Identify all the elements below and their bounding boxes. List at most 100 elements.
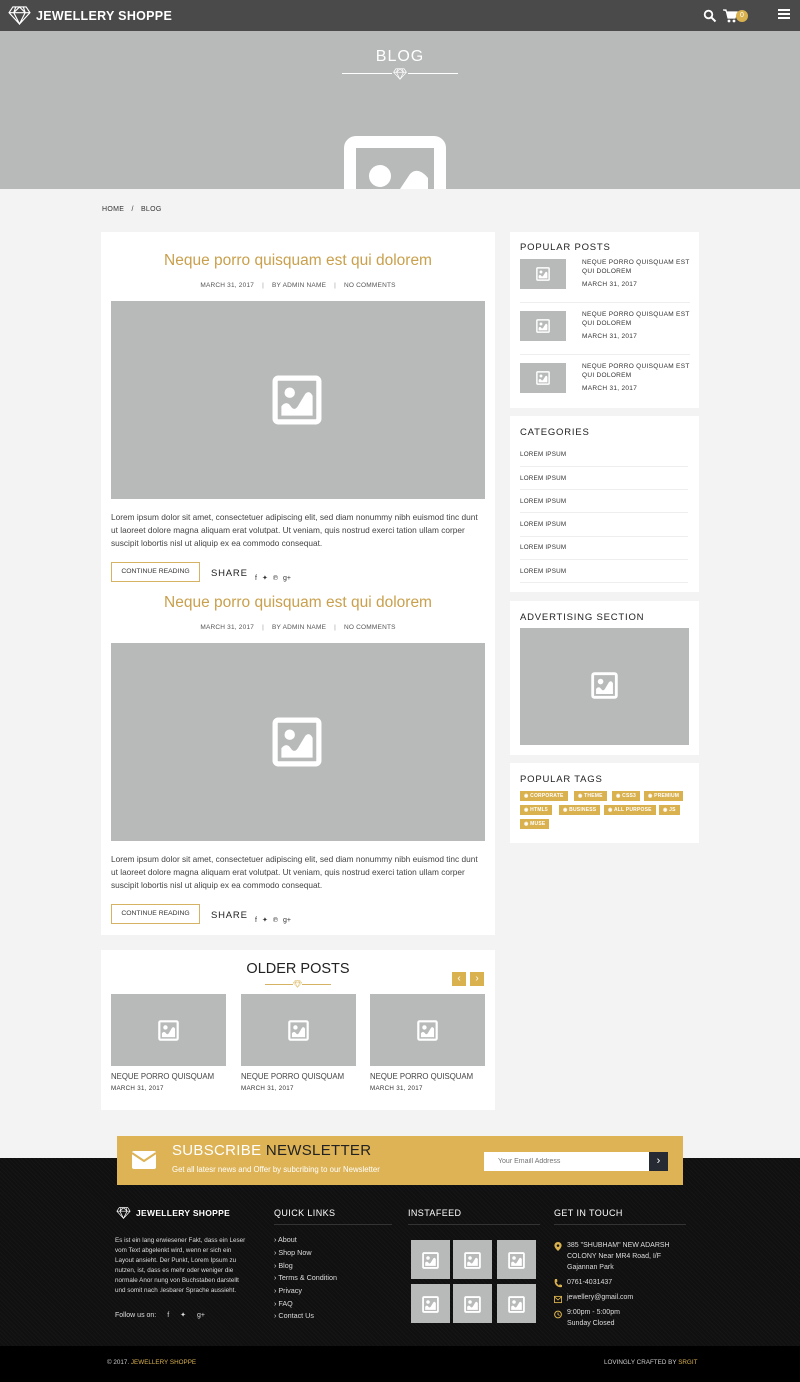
share-icons: f ✦ ℗ g+ xyxy=(255,567,296,585)
tag-all-purpose[interactable]: ◉ ALL PURPOSE xyxy=(604,805,656,815)
email-icon xyxy=(554,1295,562,1304)
pinterest-icon[interactable]: ℗ xyxy=(273,917,278,924)
footer-link-about[interactable]: › About xyxy=(274,1235,297,1244)
footer-link-shop[interactable]: › Shop Now xyxy=(274,1248,312,1257)
post-comments[interactable]: NO COMMENTS xyxy=(344,624,396,631)
image-placeholder-icon xyxy=(422,1252,439,1269)
twitter-icon[interactable]: ✦ xyxy=(262,574,268,582)
facebook-icon[interactable]: f xyxy=(255,917,257,924)
instafeed-image[interactable] xyxy=(453,1284,492,1323)
tag-muse[interactable]: ◉ MUSE xyxy=(520,819,550,829)
menu-icon[interactable] xyxy=(778,8,790,20)
category-item[interactable]: LOREM IPSUM xyxy=(520,451,566,458)
phone-number[interactable]: 0761-4031437 xyxy=(567,1277,612,1288)
tag-label: THEME xyxy=(584,793,603,799)
page-title: BLOG xyxy=(375,48,425,65)
popular-post-thumb[interactable] xyxy=(520,311,566,341)
instafeed-image[interactable] xyxy=(411,1240,450,1279)
popular-post-date: MARCH 31, 2017 xyxy=(582,333,638,340)
quick-links-title: QUICK LINKS xyxy=(274,1208,336,1218)
category-item[interactable]: LOREM IPSUM xyxy=(520,544,566,551)
credit-brand[interactable]: SRGIT xyxy=(678,1359,697,1366)
subscribe-button[interactable]: › xyxy=(649,1152,668,1171)
instafeed-image[interactable] xyxy=(497,1284,536,1323)
footer-link-contact[interactable]: › Contact Us xyxy=(274,1311,314,1320)
footer-brand[interactable]: JEWELLERY SHOPPE xyxy=(116,1207,230,1219)
footer-link-faq[interactable]: › FAQ xyxy=(274,1299,293,1308)
category-item[interactable]: LOREM IPSUM xyxy=(520,521,566,528)
popular-post-thumb[interactable] xyxy=(520,259,566,289)
tag-label: BUSINESS xyxy=(569,807,597,813)
footer-link-blog[interactable]: › Blog xyxy=(274,1261,293,1270)
pinterest-icon[interactable]: ℗ xyxy=(273,575,278,582)
tag-theme[interactable]: ◉ THEME xyxy=(574,791,607,801)
email-address[interactable]: jewellery@gmail.com xyxy=(567,1292,633,1303)
tag-business[interactable]: ◉ BUSINESS xyxy=(559,805,601,815)
image-placeholder-icon xyxy=(536,371,550,385)
copyright-brand[interactable]: JEWELLERY SHOPPE xyxy=(131,1359,196,1366)
carousel-next-button[interactable]: › xyxy=(470,972,484,986)
category-item[interactable]: LOREM IPSUM xyxy=(520,498,566,505)
footer-link-privacy[interactable]: › Privacy xyxy=(274,1286,302,1295)
continue-reading-button[interactable]: CONTINUE READING xyxy=(111,562,200,582)
phone-icon xyxy=(554,1279,562,1288)
twitter-icon[interactable]: ✦ xyxy=(262,916,268,924)
older-post-date: MARCH 31, 2017 xyxy=(111,1085,164,1092)
post-comments[interactable]: NO COMMENTS xyxy=(344,282,396,289)
post-author[interactable]: BY ADMIN NAME xyxy=(272,624,326,631)
image-placeholder-icon xyxy=(536,267,550,281)
tag-css3[interactable]: ◉ CSS3 xyxy=(612,791,641,801)
tag-html5[interactable]: ◉ HTML5 xyxy=(520,805,552,815)
post-image[interactable] xyxy=(111,301,485,499)
tag-js[interactable]: ◉ JS xyxy=(659,805,680,815)
location-pin-icon xyxy=(554,1242,562,1251)
older-post-title[interactable]: NEQUE PORRO QUISQUAM xyxy=(241,1072,344,1081)
category-item[interactable]: LOREM IPSUM xyxy=(520,475,566,482)
category-item[interactable]: LOREM IPSUM xyxy=(520,568,566,575)
image-placeholder-icon xyxy=(464,1252,481,1269)
search-icon[interactable] xyxy=(703,9,717,23)
cart-count-badge: 0 xyxy=(736,10,748,22)
share-label: SHARE xyxy=(211,910,248,921)
clock-icon xyxy=(554,1310,562,1319)
instafeed-image[interactable] xyxy=(497,1240,536,1279)
post-date: MARCH 31, 2017 xyxy=(200,282,255,289)
post-title[interactable]: Neque porro quisquam est qui dolorem xyxy=(101,252,495,270)
breadcrumb-home[interactable]: HOME xyxy=(102,206,124,213)
brand-logo[interactable]: JEWELLERY SHOPPE xyxy=(8,6,172,25)
share-label: SHARE xyxy=(211,568,248,579)
google-plus-icon[interactable]: g+ xyxy=(197,1312,205,1319)
carousel-prev-button[interactable]: ‹ xyxy=(452,972,466,986)
hero-image-placeholder-icon xyxy=(344,136,446,189)
twitter-icon[interactable]: ✦ xyxy=(180,1312,186,1319)
older-post-image[interactable] xyxy=(241,994,356,1066)
popular-post-title[interactable]: NEQUE PORRO QUISQUAM EST QUI DOLOREM xyxy=(582,363,692,380)
older-post-image[interactable] xyxy=(370,994,485,1066)
email-input[interactable] xyxy=(484,1152,649,1171)
popular-post-title[interactable]: NEQUE PORRO QUISQUAM EST QUI DOLOREM xyxy=(582,259,692,276)
tag-label: ALL PURPOSE xyxy=(613,807,652,813)
popular-post-thumb[interactable] xyxy=(520,363,566,393)
popular-post-title[interactable]: NEQUE PORRO QUISQUAM EST QUI DOLOREM xyxy=(582,311,692,328)
newsletter-title: SUBSCRIBE NEWSLETTER xyxy=(172,1142,371,1159)
tag-premium[interactable]: ◉ PREMIUM xyxy=(644,791,684,801)
divider xyxy=(520,536,688,537)
older-post-title[interactable]: NEQUE PORRO QUISQUAM xyxy=(111,1072,214,1081)
post-title[interactable]: Neque porro quisquam est qui dolorem xyxy=(101,594,495,612)
instafeed-image[interactable] xyxy=(411,1284,450,1323)
brand-name: JEWELLERY SHOPPE xyxy=(36,8,173,23)
facebook-icon[interactable]: f xyxy=(167,1312,169,1319)
instafeed-image[interactable] xyxy=(453,1240,492,1279)
older-post-title[interactable]: NEQUE PORRO QUISQUAM xyxy=(370,1072,473,1081)
google-plus-icon[interactable]: g+ xyxy=(283,917,291,924)
facebook-icon[interactable]: f xyxy=(255,575,257,582)
older-post-image[interactable] xyxy=(111,994,226,1066)
footer-link-terms[interactable]: › Terms & Condition xyxy=(274,1273,337,1282)
post-image[interactable] xyxy=(111,643,485,841)
advertising-image[interactable] xyxy=(520,628,689,745)
continue-reading-button[interactable]: CONTINUE READING xyxy=(111,904,200,924)
tag-corporate[interactable]: ◉ CORPORATE xyxy=(520,791,568,801)
google-plus-icon[interactable]: g+ xyxy=(283,575,291,582)
image-placeholder-icon xyxy=(591,672,618,699)
post-author[interactable]: BY ADMIN NAME xyxy=(272,282,326,289)
